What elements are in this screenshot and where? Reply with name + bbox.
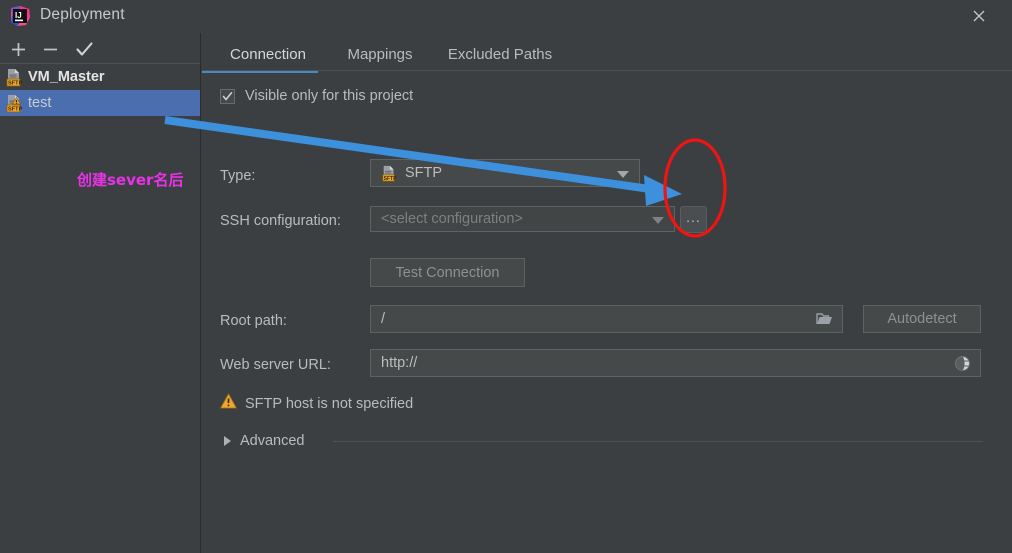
close-button[interactable] bbox=[968, 5, 990, 27]
title-bar: IJ Deployment bbox=[0, 0, 1012, 33]
server-name: VM_Master bbox=[28, 69, 105, 85]
selection-accent bbox=[0, 90, 3, 116]
svg-text:IJ: IJ bbox=[15, 11, 22, 20]
chevron-down-icon[interactable] bbox=[617, 171, 629, 178]
intellij-idea-logo-icon: IJ bbox=[9, 5, 31, 27]
server-list: SFTP VM_Master SFTP test bbox=[0, 64, 200, 116]
ssh-configuration-browse-button[interactable]: ... bbox=[680, 206, 707, 233]
autodetect-button[interactable]: Autodetect bbox=[863, 305, 981, 333]
advanced-section-toggle[interactable]: Advanced bbox=[224, 433, 305, 449]
autodetect-label: Autodetect bbox=[887, 311, 957, 327]
settings-tabs: Connection Mappings Excluded Paths bbox=[202, 38, 1012, 73]
server-list-sidebar: SFTP VM_Master SFTP test 创建sever名后 bbox=[0, 33, 201, 553]
web-server-url-label-text: Web server URL: bbox=[220, 357, 331, 373]
sidebar-toolbar bbox=[0, 33, 200, 64]
type-value: SFTP bbox=[405, 165, 443, 181]
connection-settings-pane: Connection Mappings Excluded Paths Visib… bbox=[202, 33, 1012, 553]
svg-text:SFTP: SFTP bbox=[384, 175, 397, 181]
tab-connection[interactable]: Connection bbox=[210, 38, 326, 70]
globe-icon[interactable] bbox=[954, 355, 971, 376]
root-path-label-text: Root path: bbox=[220, 313, 287, 329]
ellipsis-icon: ... bbox=[686, 209, 701, 225]
root-path-input[interactable]: / bbox=[370, 305, 843, 333]
ssh-configuration-placeholder: <select configuration> bbox=[381, 211, 523, 227]
advanced-label: Advanced bbox=[240, 433, 305, 449]
sftp-server-icon: SFTP bbox=[5, 68, 24, 87]
window-title: Deployment bbox=[40, 6, 125, 23]
tabs-divider bbox=[202, 70, 1012, 71]
validation-warning: SFTP host is not specified bbox=[220, 393, 413, 414]
tab-mappings[interactable]: Mappings bbox=[330, 38, 430, 70]
chevron-right-icon bbox=[224, 436, 231, 446]
visible-only-label: Visible only for this project bbox=[245, 88, 414, 104]
test-connection-button[interactable]: Test Connection bbox=[370, 258, 525, 287]
folder-icon[interactable] bbox=[816, 312, 833, 331]
type-label: Type: bbox=[220, 168, 255, 184]
type-label-text: Type: bbox=[220, 168, 256, 184]
set-default-server-button[interactable] bbox=[72, 37, 96, 61]
annotation-chinese-note: 创建sever名后 bbox=[77, 171, 184, 189]
svg-text:SFTP: SFTP bbox=[8, 81, 23, 87]
tab-label: Excluded Paths bbox=[447, 45, 553, 63]
web-server-url-label: Web server URL: bbox=[220, 357, 331, 373]
root-path-label: Root path: bbox=[220, 313, 287, 329]
tab-label: Mappings bbox=[347, 45, 413, 63]
ssh-configuration-label-text: SSH configuration: bbox=[220, 213, 341, 229]
test-connection-label: Test Connection bbox=[395, 264, 500, 281]
advanced-divider bbox=[333, 441, 983, 442]
visible-only-row[interactable]: Visible only for this project bbox=[220, 88, 413, 104]
type-combobox[interactable]: SFTP SFTP bbox=[370, 159, 640, 187]
server-list-item-vm-master[interactable]: SFTP VM_Master bbox=[0, 64, 200, 90]
web-server-url-value: http:// bbox=[381, 355, 418, 371]
ssh-configuration-combobox[interactable]: <select configuration> bbox=[370, 206, 675, 232]
tab-excluded-paths[interactable]: Excluded Paths bbox=[430, 38, 570, 70]
sftp-server-warning-icon: SFTP bbox=[5, 94, 24, 113]
tab-label: Connection bbox=[230, 45, 306, 63]
remove-server-button[interactable] bbox=[38, 37, 62, 61]
add-server-button[interactable] bbox=[6, 37, 30, 61]
chevron-down-icon[interactable] bbox=[652, 217, 664, 224]
deployment-dialog: IJ Deployment SFTP VM_Master SFTP test 创… bbox=[0, 0, 1012, 553]
server-name: test bbox=[28, 95, 52, 111]
warning-triangle-icon bbox=[220, 393, 237, 414]
web-server-url-input[interactable]: http:// bbox=[370, 349, 981, 377]
server-list-item-test[interactable]: SFTP test bbox=[0, 90, 200, 116]
ssh-configuration-label: SSH configuration: bbox=[220, 213, 341, 229]
warning-text: SFTP host is not specified bbox=[245, 395, 414, 412]
sftp-icon: SFTP bbox=[381, 165, 405, 182]
root-path-value: / bbox=[381, 311, 386, 327]
svg-text:SFTP: SFTP bbox=[8, 107, 23, 113]
visible-only-checkbox[interactable] bbox=[220, 88, 235, 104]
